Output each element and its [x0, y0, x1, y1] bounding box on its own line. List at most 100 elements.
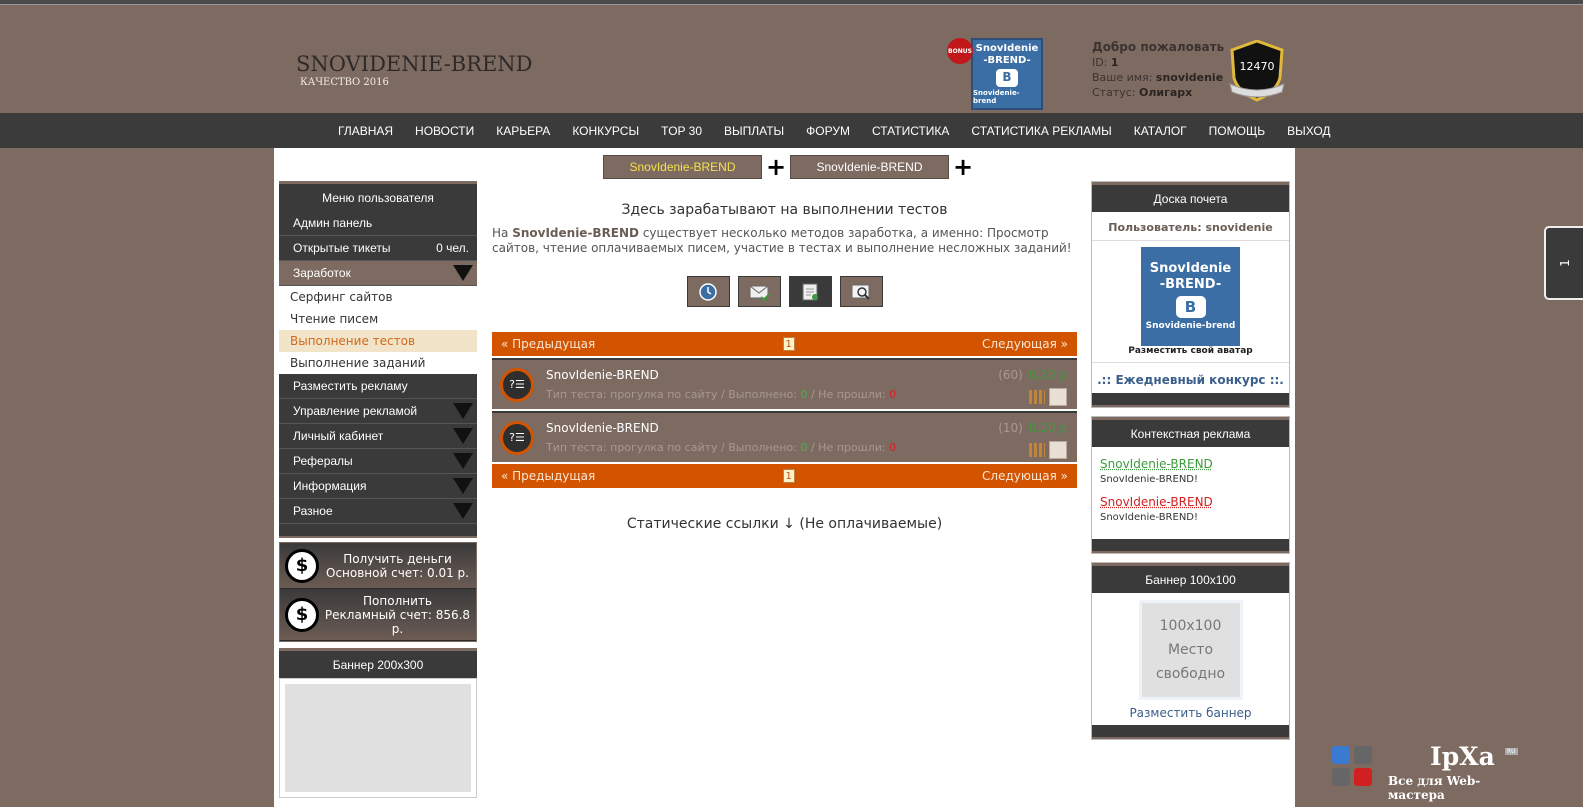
task-name[interactable]: SnovIdenie-BREND [546, 368, 896, 382]
task-failed-label: / Не прошли: [810, 388, 886, 401]
sidebar-item-group[interactable]: Рефералы [279, 449, 477, 474]
avatar-line: -BREND- [983, 54, 1031, 66]
sidebar-item-label: Заработок [293, 266, 351, 280]
mails-button[interactable] [737, 276, 781, 307]
desc-brand: SnovIdenie-BREND [512, 226, 640, 240]
sidebar-subitem-tests[interactable]: Выполнение тестов [279, 330, 477, 352]
topup-row[interactable]: $ Пополнить Рекламный счет: 856.8 р. [280, 589, 476, 641]
header-avatar[interactable]: SnovIdenie -BREND- B Snovidenie-brend [971, 38, 1043, 110]
context-ad-desc: SnovIdenie-BREND! [1100, 474, 1199, 485]
banner-200-placeholder[interactable] [285, 684, 471, 792]
honor-title: Доска почета [1092, 182, 1289, 212]
nav-item[interactable]: ГЛАВНАЯ [327, 124, 404, 138]
bars-icon[interactable] [1029, 390, 1045, 404]
task-row[interactable]: ?☰ SnovIdenie-BREND Тип теста: прогулка по… [492, 411, 1077, 462]
avatar-badge: B [996, 68, 1018, 87]
ipxa-ru: RU [1505, 748, 1518, 755]
place-avatar-link[interactable]: Разместить свой аватар [1092, 346, 1289, 363]
tasks-button[interactable] [839, 276, 883, 307]
page-number[interactable]: 1 [782, 469, 795, 483]
id-value: 1 [1110, 56, 1119, 69]
task-price: 0.20 р [1028, 421, 1067, 435]
sidebar-item-group[interactable]: Информация [279, 474, 477, 499]
withdraw-link[interactable]: Получить деньги [319, 552, 476, 566]
triangle-down-icon [453, 428, 473, 444]
tab-snovidenie-2[interactable]: SnovIdenie-BREND [790, 155, 949, 179]
site-title[interactable]: SNOVIDENIE-BREND [296, 52, 533, 76]
nav-item[interactable]: ВЫХОД [1276, 124, 1341, 138]
sidebar-item-earnings[interactable]: Заработок [279, 261, 477, 286]
banner-line: свободно [1155, 666, 1226, 682]
honor-user: Пользователь: snovidenie [1092, 212, 1289, 241]
nav-item[interactable]: КАРЬЕРА [485, 124, 561, 138]
sidebar-subitem-surfing[interactable]: Серфинг сайтов [279, 286, 477, 308]
nav-item[interactable]: ВЫПЛАТЫ [713, 124, 795, 138]
honor-avatar[interactable]: SnovIdenie -BREND- B Snovidenie-brend [1141, 247, 1240, 346]
task-row[interactable]: ?☰ SnovIdenie-BREND Тип теста: прогулка по… [492, 358, 1077, 409]
sidebar-subitem-mails[interactable]: Чтение писем [279, 308, 477, 330]
next-page-link[interactable]: Следующая » [982, 337, 1068, 351]
sidebar-item-group[interactable]: Разное [279, 499, 477, 524]
main-balance: Основной счет: 0.01 р. [326, 565, 469, 580]
test-list-icon: ?☰ [500, 420, 534, 455]
sidebar-item-place-ad[interactable]: Разместить рекламу [279, 374, 477, 399]
name-value: snovidenie [1155, 71, 1224, 84]
desc-prefix: На [492, 226, 513, 240]
menu-footer [279, 524, 477, 538]
nav-item[interactable]: TOP 30 [650, 124, 713, 138]
task-name[interactable]: SnovIdenie-BREND [546, 421, 896, 435]
sidebar-item-group[interactable]: Личный кабинет [279, 424, 477, 449]
next-page-link[interactable]: Следующая » [982, 469, 1068, 483]
context-ads: Контекстная реклама SnovIdenie-BREND Sno… [1091, 416, 1290, 554]
banner-200x300: Баннер 200x300 [279, 648, 477, 798]
nav-item[interactable]: ФОРУМ [795, 124, 861, 138]
static-links-title: Статические ссылки ↓ (Не оплачиваемые) [626, 516, 943, 532]
avatar-line: SnovIdenie [975, 42, 1039, 54]
withdraw-row[interactable]: $ Получить деньги Основной счет: 0.01 р. [280, 543, 476, 589]
topup-link[interactable]: Пополнить [319, 594, 476, 608]
sidebar-item-tickets[interactable]: Открытые тикеты 0 чел. [279, 236, 477, 261]
context-ad-link[interactable]: SnovIdenie-BREND [1100, 495, 1281, 509]
plus-icon[interactable]: + [953, 155, 973, 179]
nav-item[interactable]: КАТАЛОГ [1123, 124, 1198, 138]
top-line [0, 0, 1583, 5]
sidebar-item-admin[interactable]: Админ панель [279, 211, 477, 236]
nav-item[interactable]: НОВОСТИ [404, 124, 485, 138]
task-price: 0.20 р [1028, 368, 1067, 382]
task-failed: 0 [889, 441, 897, 454]
left-sidebar: Меню пользователя Админ панель Открытые … [279, 181, 477, 798]
shield-value: 12470 [1240, 60, 1275, 73]
page-description: На SnovIdenie-BREND существует несколько… [492, 226, 1077, 256]
nav-item[interactable]: КОНКУРСЫ [561, 124, 650, 138]
sidebar-item-label: Управление рекламой [293, 404, 418, 418]
context-ad-link[interactable]: SnovIdenie-BREND [1100, 457, 1281, 471]
plus-icon[interactable]: + [766, 155, 786, 179]
name-label: Ваше имя: [1092, 71, 1153, 84]
avatar-line: -BREND- [1159, 276, 1222, 292]
nav-item[interactable]: СТАТИСТИКА РЕКЛАМЫ [960, 124, 1122, 138]
task-type: Тип теста: прогулка по сайту / Выполнено… [546, 441, 797, 454]
sidebar-item-label: Информация [293, 479, 367, 493]
tests-button[interactable] [788, 276, 832, 307]
edit-icon[interactable] [1049, 388, 1067, 406]
banner-100-placeholder[interactable]: 100x100 Место свободно [1138, 600, 1243, 700]
sidebar-item-label: Открытые тикеты [293, 241, 391, 255]
bars-icon[interactable] [1029, 443, 1045, 457]
prev-page-link[interactable]: « Предыдущая [501, 337, 595, 351]
task-failed-label: / Не прошли: [810, 441, 886, 454]
tab-snovidenie-1[interactable]: SnovIdenie-BREND [603, 155, 762, 179]
nav-item[interactable]: ПОМОЩЬ [1198, 124, 1276, 138]
nav-item[interactable]: СТАТИСТИКА [861, 124, 960, 138]
place-banner-link[interactable]: Разместить баннер [1092, 700, 1289, 725]
edit-icon[interactable] [1049, 441, 1067, 459]
page-number[interactable]: 1 [782, 337, 795, 351]
sidebar-item-label: Разместить рекламу [293, 379, 408, 393]
prev-page-link[interactable]: « Предыдущая [501, 469, 595, 483]
surfing-button[interactable] [686, 276, 730, 307]
daily-contest-link[interactable]: .:: Ежедневный конкурс ::. [1092, 363, 1289, 393]
user-menu-title: Меню пользователя [279, 181, 477, 211]
side-tab[interactable]: 1 [1544, 226, 1583, 300]
task-info: Тип теста: прогулка по сайту / Выполнено… [546, 388, 896, 401]
sidebar-subitem-tasks[interactable]: Выполнение заданий [279, 352, 477, 374]
sidebar-item-group[interactable]: Управление рекламой [279, 399, 477, 424]
